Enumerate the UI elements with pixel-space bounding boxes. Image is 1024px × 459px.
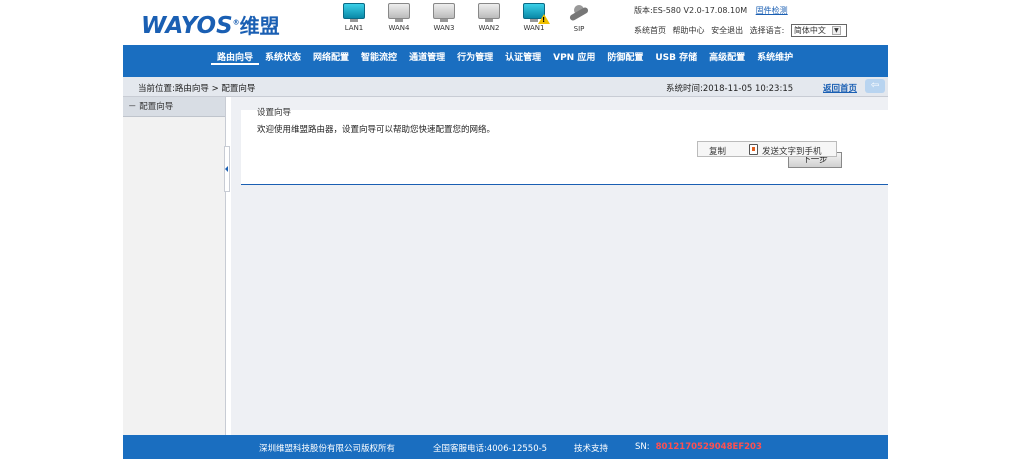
app-window: WAYOS®维盟 LAN1 WAN4 WAN3 WAN2 ! WAN1 SIP …	[123, 0, 888, 459]
main-content: 设置向导 欢迎使用维盟路由器，设置向导可以帮助您快速配置您的网络。 下一步 复制…	[231, 97, 888, 435]
home-link[interactable]: 系统首页	[634, 26, 666, 35]
nav-item-system-status[interactable]: 系统状态	[259, 51, 307, 65]
help-link[interactable]: 帮助中心	[673, 26, 705, 35]
breadcrumb-bar: 当前位置:路由向导 > 配置向导 系统时间:2018-11-05 10:23:1…	[123, 77, 888, 97]
port-wan3[interactable]: WAN3	[429, 3, 459, 32]
wizard-panel: 设置向导 欢迎使用维盟路由器，设置向导可以帮助您快速配置您的网络。 下一步 复制…	[241, 108, 888, 185]
top-header: WAYOS®维盟 LAN1 WAN4 WAN3 WAN2 ! WAN1 SIP …	[123, 0, 888, 45]
version-text: 版本:ES-580 V2.0-17.08.10M	[634, 6, 748, 15]
logout-link[interactable]: 安全退出	[711, 26, 743, 35]
back-arrow-icon[interactable]: ⇦	[865, 79, 885, 93]
port-label: WAN4	[388, 24, 410, 32]
sidebar-collapse-handle[interactable]	[224, 146, 230, 192]
panel-description: 欢迎使用维盟路由器，设置向导可以帮助您快速配置您的网络。	[257, 125, 496, 135]
sidebar: － 配置向导	[123, 97, 226, 435]
nav-item-route-wizard[interactable]: 路由向导	[211, 51, 260, 65]
logo-reg: ®	[232, 18, 240, 27]
monitor-icon	[433, 3, 455, 19]
main-nav: 路由向导 系统状态 网络配置 智能流控 通道管理 行为管理 认证管理 VPN 应…	[123, 45, 888, 77]
logo-text: WAYOS	[141, 13, 233, 39]
port-label: LAN1	[344, 24, 364, 32]
chevron-left-icon	[225, 166, 228, 172]
nav-item-maintenance[interactable]: 系统维护	[751, 51, 799, 65]
port-lan1[interactable]: LAN1	[339, 3, 369, 32]
port-sip[interactable]: SIP	[564, 3, 594, 33]
check-update-link[interactable]: 固件检测	[756, 6, 788, 15]
monitor-icon	[478, 3, 500, 19]
port-label: WAN1	[523, 24, 545, 32]
panel-title: 设置向导	[257, 108, 292, 118]
back-home-link[interactable]: 返回首页	[823, 82, 857, 94]
nav-item-defense[interactable]: 防御配置	[601, 51, 649, 65]
send-to-phone-menu-item[interactable]: 发送文字到手机	[762, 145, 822, 157]
nav-item-network-config[interactable]: 网络配置	[307, 51, 355, 65]
phone-icon	[749, 144, 758, 155]
context-popup: 复制 发送文字到手机	[697, 141, 837, 157]
hotline-text: 全国客服电话:4006-12550-5	[433, 444, 548, 454]
port-wan2[interactable]: WAN2	[474, 3, 504, 32]
nav-item-advanced[interactable]: 高级配置	[703, 51, 751, 65]
wayos-logo[interactable]: WAYOS®维盟	[141, 10, 280, 39]
lang-label: 选择语言:	[749, 26, 785, 35]
chevron-down-icon: ▼	[831, 26, 841, 35]
monitor-icon	[343, 3, 365, 19]
port-label: SIP	[573, 25, 585, 33]
support-link[interactable]: 技术支持	[574, 442, 608, 454]
sidebar-item-label: 配置向导	[139, 102, 174, 112]
copyright-text: 深圳维盟科技股份有限公司版权所有	[259, 444, 396, 454]
logo-cn: 维盟	[239, 14, 280, 38]
minus-icon: －	[128, 102, 140, 112]
header-info: 版本:ES-580 V2.0-17.08.10M 固件检测 系统首页 帮助中心 …	[634, 5, 851, 37]
copy-menu-item[interactable]: 复制	[709, 145, 726, 157]
breadcrumb: 当前位置:路由向导 > 配置向导	[138, 84, 256, 94]
port-wan4[interactable]: WAN4	[384, 3, 414, 32]
sidebar-item-config-wizard[interactable]: － 配置向导	[123, 97, 225, 117]
nav-item-behavior-mgmt[interactable]: 行为管理	[451, 51, 499, 65]
nav-item-smart-flow[interactable]: 智能流控	[355, 51, 403, 65]
port-wan1[interactable]: ! WAN1	[519, 3, 550, 32]
footer: 深圳维盟科技股份有限公司版权所有 全国客服电话:4006-12550-5 技术支…	[123, 435, 888, 459]
nav-item-usb[interactable]: USB 存储	[649, 51, 703, 65]
language-select[interactable]: 简体中文 ▼	[790, 24, 847, 37]
monitor-icon	[388, 3, 410, 19]
nav-item-auth-mgmt[interactable]: 认证管理	[499, 51, 547, 65]
phone-handset-icon	[566, 3, 592, 23]
port-label: WAN2	[478, 24, 500, 32]
nav-item-vpn[interactable]: VPN 应用	[547, 51, 601, 65]
system-time: 系统时间:2018-11-05 10:23:15	[666, 84, 794, 94]
nav-item-channel-mgmt[interactable]: 通道管理	[403, 51, 451, 65]
port-label: WAN3	[433, 24, 455, 32]
serial-number: SN: 8012170529048EF203	[635, 442, 762, 452]
